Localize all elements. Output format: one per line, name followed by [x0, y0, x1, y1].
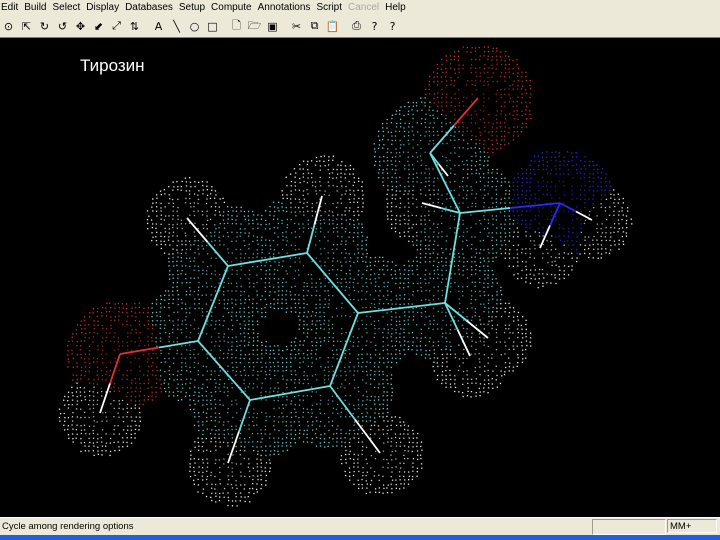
molecule-view[interactable] — [0, 38, 720, 517]
bond-half — [559, 202, 577, 213]
bond-half — [444, 257, 454, 304]
molecule-label: Тирозин — [80, 56, 145, 75]
status-bar: Cycle among rendering options MM+ — [0, 517, 720, 535]
bond-half — [539, 225, 551, 249]
menu-edit[interactable]: Edit — [0, 0, 21, 15]
bond-half — [354, 418, 381, 454]
bond-half — [444, 182, 461, 214]
bond-half — [186, 217, 209, 243]
workspace-canvas[interactable]: Тирозин — [0, 38, 720, 517]
context-help-icon[interactable]: ? — [384, 17, 401, 35]
bond-half — [212, 265, 229, 304]
menu-select[interactable]: Select — [49, 0, 83, 15]
bond-half — [329, 385, 356, 421]
status-pane-empty — [592, 519, 666, 535]
menu-bar: Edit Build Select Display Databases Setup Comp… — [0, 0, 720, 15]
cut-icon[interactable]: ✂ — [288, 17, 305, 35]
status-message: Cycle among rendering options — [2, 521, 134, 532]
menu-setup[interactable]: Setup — [176, 0, 208, 15]
print-icon[interactable]: ⎙ — [348, 17, 365, 35]
bond-half — [158, 340, 199, 349]
ellipse-tool-icon[interactable]: ○ — [186, 17, 203, 35]
magnify-icon[interactable]: ⤢ — [108, 17, 125, 35]
bond-half — [227, 431, 240, 464]
menu-help[interactable]: Help — [382, 0, 409, 15]
translate-xy-icon[interactable]: ✥ — [72, 17, 89, 35]
status-mode: MM+ — [667, 519, 717, 533]
bond-half — [456, 329, 471, 357]
bond-half — [249, 392, 291, 401]
bond-half — [421, 202, 442, 209]
menu-compute[interactable]: Compute — [208, 0, 255, 15]
rotate-z-icon[interactable]: ↺ — [54, 17, 71, 35]
menu-display[interactable]: Display — [83, 0, 122, 15]
bond-half — [197, 303, 214, 342]
bond-half — [451, 212, 461, 259]
bond-half — [575, 210, 593, 221]
menu-annotations[interactable]: Annotations — [255, 0, 314, 15]
rotate-xy-icon[interactable]: ↻ — [36, 17, 53, 35]
toolbar: ⊙ ⇱ ↻ ↺ ✥ ⬋ ⤢ ⇅ A ╲ ○ □ 🗋 🗁 ▣ ✂ ⧉ 📋 ⎙?? — [0, 15, 720, 38]
open-file-icon[interactable]: 🗁 — [246, 17, 263, 35]
bond-half — [289, 385, 331, 394]
line-tool-icon[interactable]: ╲ — [168, 17, 185, 35]
menu-build[interactable]: Build — [21, 0, 49, 15]
about-icon[interactable]: ? — [366, 17, 383, 35]
draw-icon[interactable]: ⊙ — [0, 17, 17, 35]
bond-half — [206, 241, 229, 267]
menu-databases[interactable]: Databases — [122, 0, 176, 15]
bond-half — [238, 399, 251, 432]
text-tool-icon[interactable]: A — [150, 17, 167, 35]
bond-half — [429, 124, 455, 154]
select-icon[interactable]: ⇱ — [18, 17, 35, 35]
translate-z-icon[interactable]: ⬋ — [90, 17, 107, 35]
bond-sticks — [99, 97, 593, 464]
menu-cancel[interactable]: Cancel — [345, 0, 382, 15]
bond-half — [509, 202, 561, 209]
z-clip-icon[interactable]: ⇅ — [126, 17, 143, 35]
taskbar — [0, 535, 720, 540]
dot-surface — [58, 46, 633, 507]
save-file-icon[interactable]: ▣ — [264, 17, 281, 35]
rectangle-tool-icon[interactable]: □ — [204, 17, 221, 35]
bond-half — [197, 340, 225, 372]
bond-half — [343, 312, 359, 350]
copy-icon[interactable]: ⧉ — [306, 17, 323, 35]
bond-half — [357, 307, 402, 314]
menu-script[interactable]: Script — [313, 0, 345, 15]
new-file-icon[interactable]: 🗋 — [228, 17, 245, 35]
paste-icon[interactable]: 📋 — [324, 17, 341, 35]
